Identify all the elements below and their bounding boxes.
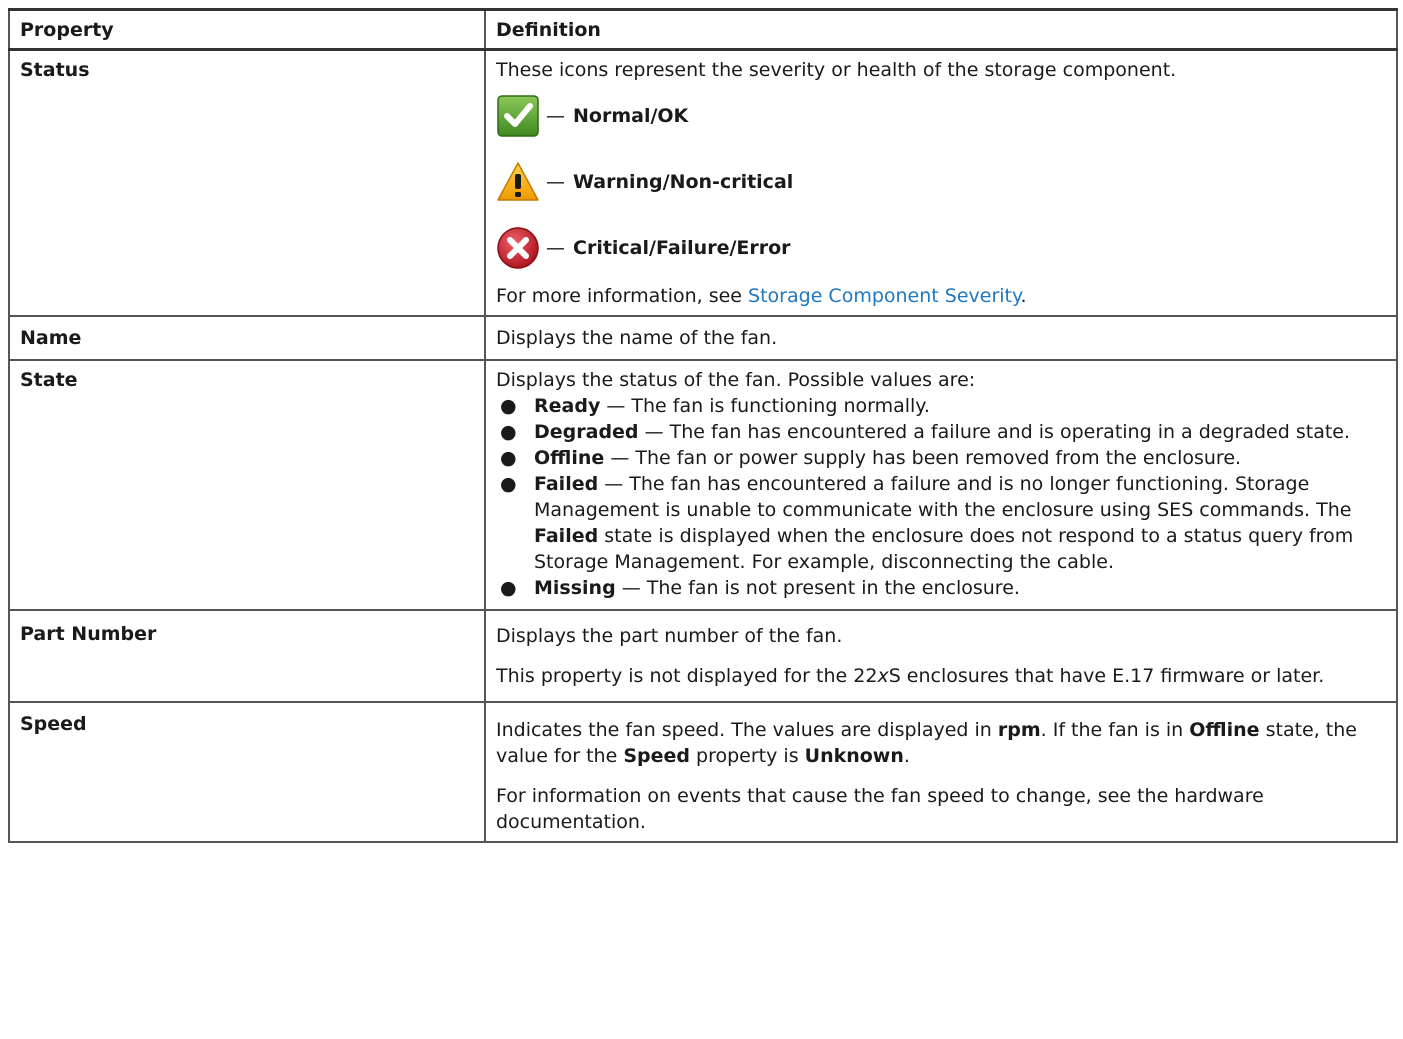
state-values-list: ● Ready — The fan is functioning normally… xyxy=(496,393,1386,601)
status-warning-label: Warning/Non-critical xyxy=(573,171,794,193)
speed-para1: Indicates the fan speed. The values are … xyxy=(496,719,1357,767)
part-number-para1: Displays the part number of the fan. xyxy=(496,625,843,647)
state-label: State xyxy=(20,369,78,391)
state-intro: Displays the status of the fan. Possible… xyxy=(496,369,976,391)
status-normal-label: Normal/OK xyxy=(573,105,689,127)
check-icon xyxy=(497,95,539,137)
status-warning-line: — Warning/Non-critical xyxy=(496,149,1386,215)
status-critical-line: — Critical/Failure/Error xyxy=(496,215,1386,281)
list-item: ● Degraded — The fan has encountered a fa… xyxy=(500,421,1351,443)
table-row-status: Status These icons represent the severit… xyxy=(8,48,1398,317)
list-item: ● Failed — The fan has encountered a fail… xyxy=(500,473,1354,573)
table-row-speed: Speed Indicates the fan speed. The value… xyxy=(8,701,1398,843)
warning-icon xyxy=(497,162,539,201)
name-label: Name xyxy=(20,327,82,349)
name-definition: Displays the name of the fan. xyxy=(496,327,778,349)
list-item: ● Missing — The fan is not present in the… xyxy=(500,577,1020,599)
header-property: Property xyxy=(8,8,486,51)
header-definition: Definition xyxy=(484,8,1398,51)
table-row-part-number: Part Number Displays the part number of … xyxy=(8,609,1398,703)
status-more-info: For more information, see Storage Compon… xyxy=(496,285,1027,307)
error-icon xyxy=(497,227,539,269)
speed-para2: For information on events that cause the… xyxy=(496,785,1264,833)
fan-properties-table: Property Definition Status These icons r… xyxy=(8,8,1398,843)
table-row-name: Name Displays the name of the fan. xyxy=(8,315,1398,361)
storage-component-severity-link[interactable]: Storage Component Severity xyxy=(748,285,1021,307)
status-normal-line: — Normal/OK xyxy=(496,83,1386,149)
table-row-state: State Displays the status of the fan. Po… xyxy=(8,359,1398,611)
status-critical-label: Critical/Failure/Error xyxy=(573,237,791,259)
list-item: ● Offline — The fan or power supply has b… xyxy=(500,447,1242,469)
speed-label: Speed xyxy=(20,713,87,735)
list-item: ● Ready — The fan is functioning normally… xyxy=(500,395,930,417)
status-intro: These icons represent the severity or he… xyxy=(496,59,1177,81)
part-number-para2: This property is not displayed for the 2… xyxy=(496,665,1325,687)
part-number-label: Part Number xyxy=(20,623,157,645)
status-label: Status xyxy=(20,59,90,81)
table-header-row: Property Definition xyxy=(8,8,1398,51)
